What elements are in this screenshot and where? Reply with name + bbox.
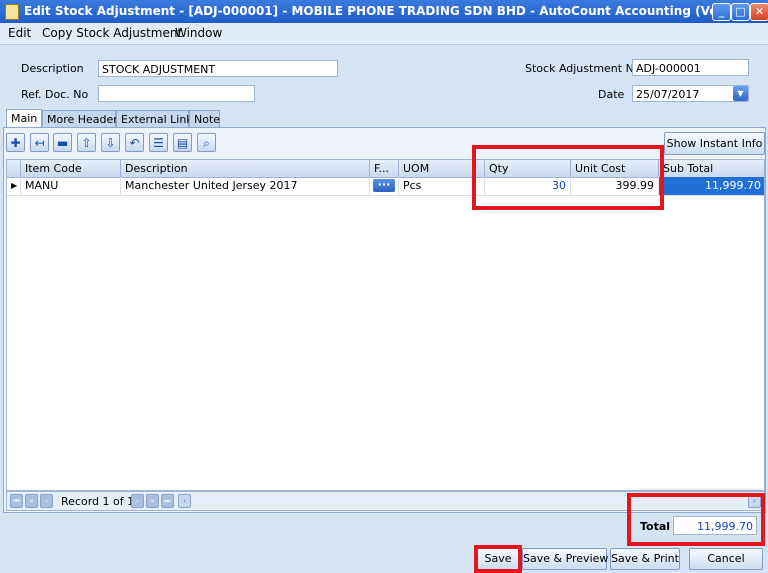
date-input[interactable]: 25/07/2017 bbox=[632, 85, 749, 102]
save-preview-button[interactable]: Save & Preview bbox=[522, 548, 608, 570]
menu-copy-stock-adjustment[interactable]: Copy Stock Adjustment bbox=[42, 26, 182, 40]
save-highlight bbox=[474, 545, 522, 573]
first-record-icon[interactable]: ⏮ bbox=[10, 494, 23, 508]
next-page-icon[interactable]: » bbox=[146, 494, 159, 508]
tab-external-link[interactable]: External Link bbox=[116, 110, 193, 127]
document-icon bbox=[5, 4, 19, 20]
add-icon[interactable]: ✚ bbox=[6, 133, 25, 152]
remove-icon[interactable]: ▬ bbox=[53, 133, 72, 152]
cell-sub-total[interactable]: 11,999.70 bbox=[659, 177, 764, 195]
menu-edit[interactable]: Edit bbox=[8, 26, 31, 40]
prev-record-icon[interactable]: ‹ bbox=[40, 494, 53, 508]
show-instant-info-button[interactable]: Show Instant Info bbox=[664, 132, 765, 155]
ref-doc-input[interactable] bbox=[98, 85, 255, 102]
list-icon[interactable]: ☰ bbox=[149, 133, 168, 152]
column-f[interactable]: F... bbox=[370, 160, 399, 177]
total-highlight bbox=[627, 493, 765, 546]
cell-more: ··· bbox=[370, 177, 399, 195]
menu-bar: Edit Copy Stock Adjustment Window bbox=[0, 23, 768, 45]
row-indicator-header bbox=[7, 160, 21, 177]
save-print-button[interactable]: Save & Print bbox=[610, 548, 680, 570]
undo-icon[interactable]: ↶ bbox=[125, 133, 144, 152]
move-down-icon[interactable]: ⇩ bbox=[101, 133, 120, 152]
cell-item-code[interactable]: MANU bbox=[21, 177, 121, 195]
column-description[interactable]: Description bbox=[121, 160, 370, 177]
prev-page-icon[interactable]: « bbox=[25, 494, 38, 508]
move-up-icon[interactable]: ⇧ bbox=[77, 133, 96, 152]
search-icon[interactable]: ⌕ bbox=[197, 133, 216, 152]
detail-icon[interactable]: ▤ bbox=[173, 133, 192, 152]
calendar-dropdown-icon[interactable]: ▼ bbox=[733, 86, 748, 101]
column-item-code[interactable]: Item Code bbox=[21, 160, 121, 177]
record-text: Record 1 of 1 bbox=[61, 495, 135, 508]
stock-adjustment-no-label: Stock Adjustment No bbox=[525, 62, 641, 75]
cancel-button[interactable]: Cancel bbox=[689, 548, 763, 570]
description-input[interactable]: STOCK ADJUSTMENT bbox=[98, 60, 338, 77]
menu-window[interactable]: Window bbox=[175, 26, 222, 40]
cell-description[interactable]: Manchester United Jersey 2017 bbox=[121, 177, 370, 195]
close-button[interactable]: ✕ bbox=[750, 3, 768, 21]
scroll-left-icon[interactable]: ‹ bbox=[178, 494, 191, 508]
maximize-button[interactable]: □ bbox=[731, 3, 750, 21]
minimize-button[interactable]: _ bbox=[712, 3, 731, 21]
row-pointer-icon: ▶ bbox=[7, 177, 21, 195]
next-record-icon[interactable]: › bbox=[131, 494, 144, 508]
title-bar[interactable]: Edit Stock Adjustment - [ADJ-000001] - M… bbox=[0, 0, 768, 23]
window-title: Edit Stock Adjustment - [ADJ-000001] - M… bbox=[24, 4, 759, 18]
description-label: Description bbox=[21, 62, 84, 75]
more-ellipsis-button[interactable]: ··· bbox=[373, 179, 395, 192]
ref-doc-label: Ref. Doc. No bbox=[21, 88, 89, 101]
stock-adjustment-no-input[interactable]: ADJ-000001 bbox=[632, 59, 749, 76]
tab-note[interactable]: Note bbox=[189, 110, 220, 127]
tab-more-header[interactable]: More Header bbox=[42, 110, 118, 127]
stock-adjustment-window: Edit Stock Adjustment - [ADJ-000001] - M… bbox=[0, 0, 768, 573]
date-label: Date bbox=[598, 88, 625, 101]
tab-main[interactable]: Main bbox=[6, 109, 42, 128]
qty-unit-cost-highlight bbox=[472, 145, 664, 210]
last-record-icon[interactable]: ⏭ bbox=[161, 494, 174, 508]
column-sub-total[interactable]: Sub Total bbox=[659, 160, 764, 177]
insert-icon[interactable]: ↤ bbox=[30, 133, 49, 152]
